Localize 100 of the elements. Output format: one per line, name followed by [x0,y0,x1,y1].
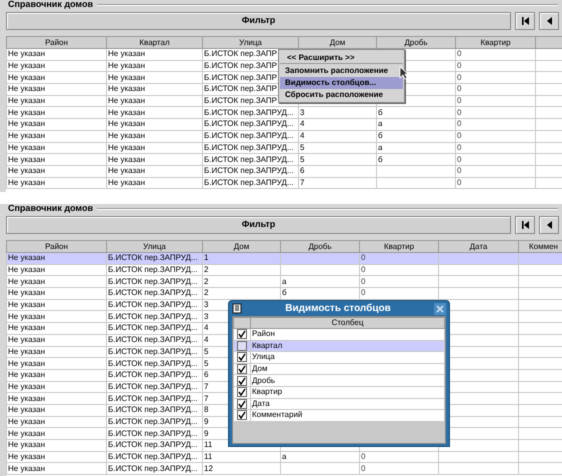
column-name[interactable]: Дата [250,398,444,410]
first-page-button[interactable] [515,12,535,30]
checkbox[interactable] [237,364,247,374]
column-name[interactable]: Квартир [250,386,444,398]
table-cell: Не указан [106,95,202,107]
column-header[interactable]: Квартир [456,36,536,48]
filter-button[interactable]: Фильтр [6,216,511,234]
column-header[interactable]: Дробь [280,240,360,252]
checkbox[interactable] [237,387,247,398]
table-cell: Б.ИСТОК пер.ЗАПРУД... [106,310,202,323]
table-cell: Не указан [106,60,202,72]
column-header[interactable]: Квартир [360,240,438,252]
table-cell: б [376,154,456,166]
table-cell: Б.ИСТОК пер.ЗАПРУД... [106,346,202,358]
table-cell: 5 [298,142,376,154]
table-cell: Не указан [6,416,106,428]
table-cell: Не указан [6,84,106,96]
table-cell: Не указан [6,392,106,404]
table-cell: Не указан [106,106,202,119]
column-name[interactable]: Дом [250,363,444,375]
checkbox[interactable] [237,352,247,362]
table-cell: Не указан [6,60,106,72]
table-cell: Б.ИСТОК пер.ЗАПРУД... [106,288,202,300]
column-name[interactable]: Дробь [250,374,444,386]
table-cell: 0 [360,451,438,463]
table-cell: 1 [202,252,280,264]
checkbox[interactable] [237,329,247,340]
table-cell: 0 [456,177,536,189]
table-cell: 0 [360,462,438,475]
table-cell: Не указан [6,310,106,323]
table-cell: Не указан [6,118,106,130]
table-cell: Не указан [6,462,106,475]
table-cell: Не указан [6,440,106,452]
table-cell: Б.ИСТОК пер.ЗАПРУД... [106,252,202,264]
column-name[interactable]: Квартал [250,340,444,352]
table-cell: Не указан [6,130,106,142]
table-cell: 0 [360,252,438,264]
table-cell: Не указан [6,177,106,189]
menu-item[interactable]: << Расширить >> [280,51,403,64]
close-button[interactable] [434,302,446,314]
table-cell: Не указан [6,369,106,382]
column-name[interactable]: Комментарий [250,410,444,422]
table-cell: 0 [456,60,536,72]
column-header[interactable]: Дом [202,240,280,252]
table-cell: Не указан [6,142,106,154]
column-header[interactable]: Район [6,240,106,252]
table-cell: Не указан [6,252,106,264]
panel-title: Справочник домов [7,0,94,12]
table-cell: 4 [298,118,376,130]
filter-button[interactable]: Фильтр [6,12,511,30]
table-cell: Б.ИСТОК пер.ЗАПРУД... [202,130,298,142]
table-cell: 0 [456,165,536,178]
table-cell: 2 [202,264,280,276]
table-cell: Не указан [6,381,106,393]
table-cell: Не указан [6,72,106,84]
column-name[interactable]: Улица [250,352,444,364]
table-cell: Не указан [106,165,202,178]
table-cell: Б.ИСТОК пер.ЗАПРУД... [106,276,202,288]
column-header[interactable]: Дробь [376,36,456,48]
column-header[interactable]: Дата [438,240,518,252]
column-name[interactable]: Район [250,328,444,340]
column-header[interactable]: Столбец [250,318,444,328]
table-cell: а [280,451,360,463]
menu-item[interactable]: Видимость столбцов... [280,77,403,89]
checkbox[interactable] [237,376,247,386]
first-page-icon [520,17,530,25]
column-header[interactable]: Улица [106,240,202,252]
table-cell: Не указан [106,84,202,96]
previous-page-button[interactable] [539,12,559,30]
column-header[interactable]: Дом [298,36,376,48]
table-cell: Б.ИСТОК пер.ЗАПРУД... [202,142,298,154]
table-cell: Б.ИСТОК пер.ЗАПРУД... [106,440,202,452]
table-cell: 0 [360,288,438,300]
checkbox[interactable] [237,410,247,420]
table-cell: 0 [360,264,438,276]
table-cell: а [376,142,456,154]
column-header[interactable]: Квартал [106,36,202,48]
table-cell: 0 [456,118,536,130]
checkbox[interactable] [237,398,247,409]
table-cell: Не указан [6,154,106,166]
column-header[interactable]: Район [6,36,106,48]
first-page-button[interactable] [515,216,535,234]
table-cell: Б.ИСТОК пер.ЗАПРУД... [106,451,202,463]
table-cell: Не указан [6,451,106,463]
table-cell: Не указан [6,288,106,300]
previous-page-icon [545,221,553,229]
column-header[interactable]: Улица [202,36,298,48]
table-cell: Б.ИСТОК пер.ЗАПРУД... [202,177,298,189]
checkbox[interactable] [237,340,247,351]
column-header[interactable]: Коммен [518,240,562,252]
table-cell: 3 [298,106,376,119]
table-cell: 0 [456,48,536,60]
table-cell: Не указан [6,404,106,416]
table-cell: Не указан [6,165,106,178]
previous-page-button[interactable] [539,216,559,234]
table-cell: 0 [456,154,536,166]
table-cell: Б.ИСТОК пер.ЗАПРУД... [106,358,202,370]
table-cell: Б.ИСТОК пер.ЗАПРУД... [106,404,202,416]
table-cell: Не указан [106,72,202,84]
table-cell: Б.ИСТОК пер.ЗАПРУД... [106,334,202,346]
